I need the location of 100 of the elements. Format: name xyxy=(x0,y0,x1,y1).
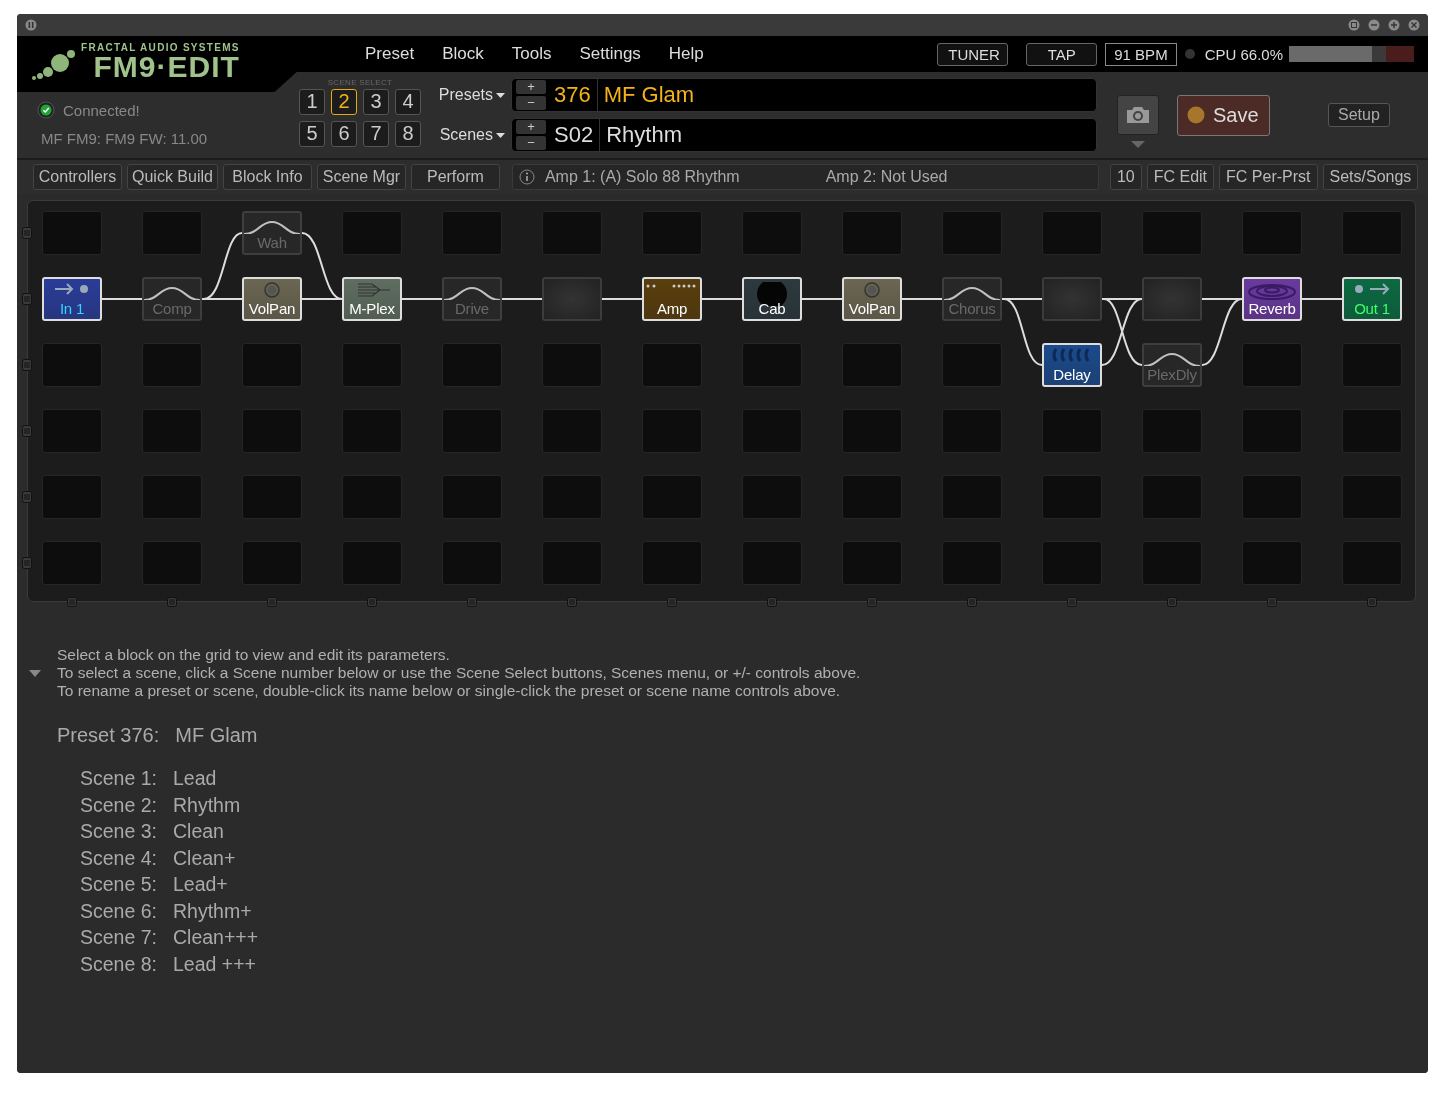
empty-slot[interactable] xyxy=(942,409,1002,453)
scene-name[interactable]: Clean xyxy=(173,820,259,843)
empty-slot[interactable] xyxy=(1342,475,1402,519)
empty-slot[interactable] xyxy=(1242,541,1302,585)
empty-slot[interactable] xyxy=(342,343,402,387)
menu-item[interactable]: Help xyxy=(654,44,718,64)
empty-slot[interactable] xyxy=(342,211,402,255)
menu-item[interactable]: Settings xyxy=(565,44,655,64)
scene-name[interactable]: Clean+++ xyxy=(173,926,259,949)
display-number[interactable]: 376 xyxy=(550,78,598,112)
empty-slot[interactable] xyxy=(342,541,402,585)
collapse-caret-icon[interactable] xyxy=(29,670,41,678)
empty-slot[interactable] xyxy=(542,211,602,255)
display-name[interactable]: Rhythm xyxy=(600,122,682,148)
column-handle-icon[interactable] xyxy=(967,597,977,607)
menu-item[interactable]: Block xyxy=(428,44,498,64)
increment-button[interactable]: + xyxy=(516,120,546,134)
shunt-block[interactable] xyxy=(1042,277,1102,321)
row-handle-icon[interactable] xyxy=(22,491,32,503)
row-handle-icon[interactable] xyxy=(22,359,32,371)
scene-label[interactable]: Scene 3: xyxy=(80,820,157,843)
effect-block[interactable]: Reverb xyxy=(1242,277,1302,321)
menu-item[interactable]: Preset xyxy=(351,44,429,64)
scene-button[interactable]: 7 xyxy=(363,120,389,147)
scene-label[interactable]: Scene 1: xyxy=(80,767,157,790)
empty-slot[interactable] xyxy=(442,475,502,519)
empty-slot[interactable] xyxy=(342,475,402,519)
empty-slot[interactable] xyxy=(942,541,1002,585)
empty-slot[interactable] xyxy=(342,409,402,453)
empty-slot[interactable] xyxy=(1242,211,1302,255)
scene-button[interactable]: 6 xyxy=(331,120,357,147)
decrement-button[interactable]: − xyxy=(516,96,546,110)
increment-button[interactable]: + xyxy=(516,80,546,94)
empty-slot[interactable] xyxy=(642,541,702,585)
empty-slot[interactable] xyxy=(742,343,802,387)
close-icon[interactable] xyxy=(1408,19,1420,31)
empty-slot[interactable] xyxy=(1042,409,1102,453)
row-handle-icon[interactable] xyxy=(22,293,32,305)
tuner-button[interactable]: TUNER xyxy=(937,42,1009,66)
column-handle-icon[interactable] xyxy=(567,597,577,607)
empty-slot[interactable] xyxy=(1042,541,1102,585)
scene-name[interactable]: Lead+ xyxy=(173,873,259,896)
toolbar-button[interactable]: 10 xyxy=(1109,164,1142,190)
empty-slot[interactable] xyxy=(842,409,902,453)
empty-slot[interactable] xyxy=(942,211,1002,255)
empty-slot[interactable] xyxy=(1342,409,1402,453)
scene-label[interactable]: Scene 5: xyxy=(80,873,157,896)
column-handle-icon[interactable] xyxy=(67,597,77,607)
preset-name[interactable]: MF Glam xyxy=(175,724,258,747)
scene-button[interactable]: 8 xyxy=(395,120,421,147)
empty-slot[interactable] xyxy=(642,475,702,519)
empty-slot[interactable] xyxy=(142,475,202,519)
dropdown-button[interactable]: Presets xyxy=(431,86,505,104)
tab[interactable]: Scene Mgr xyxy=(316,164,406,190)
empty-slot[interactable] xyxy=(1342,541,1402,585)
empty-slot[interactable] xyxy=(542,541,602,585)
empty-slot[interactable] xyxy=(942,475,1002,519)
menu-item[interactable]: Tools xyxy=(497,44,566,64)
toolbar-button[interactable]: FC Per-Prst xyxy=(1219,164,1318,190)
column-handle-icon[interactable] xyxy=(1067,597,1077,607)
empty-slot[interactable] xyxy=(742,409,802,453)
tab[interactable]: Controllers xyxy=(33,164,122,190)
empty-slot[interactable] xyxy=(442,211,502,255)
empty-slot[interactable] xyxy=(642,211,702,255)
toolbar-button[interactable]: FC Edit xyxy=(1146,164,1215,190)
empty-slot[interactable] xyxy=(642,343,702,387)
empty-slot[interactable] xyxy=(142,409,202,453)
empty-slot[interactable] xyxy=(1142,409,1202,453)
pause-icon[interactable] xyxy=(25,19,37,31)
empty-slot[interactable] xyxy=(142,343,202,387)
column-handle-icon[interactable] xyxy=(867,597,877,607)
restore-icon[interactable] xyxy=(1348,19,1360,31)
row-handle-icon[interactable] xyxy=(22,425,32,437)
column-handle-icon[interactable] xyxy=(1367,597,1377,607)
column-handle-icon[interactable] xyxy=(467,597,477,607)
effect-block[interactable]: Out 1 xyxy=(1342,277,1402,321)
empty-slot[interactable] xyxy=(542,409,602,453)
empty-slot[interactable] xyxy=(842,211,902,255)
effect-block[interactable]: Delay xyxy=(1042,343,1102,387)
column-handle-icon[interactable] xyxy=(667,597,677,607)
empty-slot[interactable] xyxy=(842,343,902,387)
empty-slot[interactable] xyxy=(1142,541,1202,585)
display-name[interactable]: MF Glam xyxy=(597,82,695,108)
effect-block[interactable]: In 1 xyxy=(42,277,102,321)
caret-icon[interactable] xyxy=(1131,140,1145,148)
column-handle-icon[interactable] xyxy=(367,597,377,607)
toolbar-button[interactable]: Sets/Songs xyxy=(1322,164,1419,190)
empty-slot[interactable] xyxy=(1342,211,1402,255)
minimize-icon[interactable] xyxy=(1368,19,1380,31)
empty-slot[interactable] xyxy=(842,541,902,585)
maximize-icon[interactable] xyxy=(1388,19,1400,31)
empty-slot[interactable] xyxy=(1042,211,1102,255)
empty-slot[interactable] xyxy=(1242,409,1302,453)
save-button[interactable]: Save xyxy=(1177,94,1270,136)
effect-block[interactable]: VolPan xyxy=(842,277,902,321)
scene-button[interactable]: 2 xyxy=(331,88,357,115)
dropdown-button[interactable]: Scenes xyxy=(431,126,505,144)
scene-name[interactable]: Rhythm+ xyxy=(173,899,259,922)
row-handle-icon[interactable] xyxy=(22,557,32,569)
scene-name[interactable]: Lead +++ xyxy=(173,952,259,975)
